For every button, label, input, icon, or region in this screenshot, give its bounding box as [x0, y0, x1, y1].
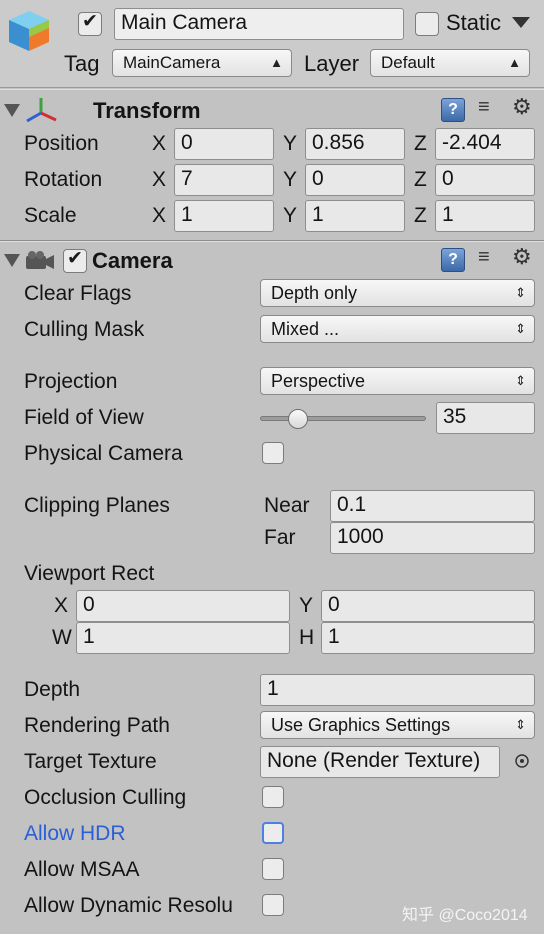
tag-value: MainCamera [123, 53, 221, 72]
object-name-field[interactable]: Main Camera [114, 8, 404, 40]
rotation-x-field[interactable]: 7 [174, 164, 274, 196]
occlusion-culling-label: Occlusion Culling [24, 786, 187, 809]
far-field[interactable]: 1000 [330, 522, 535, 554]
rendering-path-value: Use Graphics Settings [271, 715, 451, 735]
chevron-updown-icon: ⇕ [515, 321, 526, 336]
axis-x-label[interactable]: X [152, 167, 166, 193]
projection-dropdown[interactable]: Perspective ⇕ [260, 367, 535, 395]
axis-z-label[interactable]: Z [414, 131, 427, 157]
gameobject-cube-icon [9, 11, 49, 51]
viewport-h-label[interactable]: H [299, 625, 314, 651]
allow-hdr-label: Allow HDR [24, 822, 126, 845]
rotation-z-field[interactable]: 0 [435, 164, 535, 196]
chevron-updown-icon: ▲ [270, 55, 283, 70]
fov-label: Field of View [24, 406, 144, 429]
scale-z-field[interactable]: 1 [435, 200, 535, 232]
chevron-updown-icon: ⇕ [515, 373, 526, 388]
clear-flags-label: Clear Flags [24, 282, 132, 305]
fov-value-field[interactable]: 35 [436, 402, 535, 434]
near-field[interactable]: 0.1 [330, 490, 535, 522]
projection-label: Projection [24, 370, 118, 393]
allow-msaa-checkbox[interactable] [262, 858, 284, 880]
scale-label: Scale [24, 204, 77, 227]
clipping-planes-label: Clipping Planes [24, 494, 170, 517]
layer-value: Default [381, 53, 435, 72]
preset-sliders-icon[interactable]: ≡ [478, 96, 490, 119]
axis-x-label[interactable]: X [152, 203, 166, 229]
axis-z-label[interactable]: Z [414, 203, 427, 229]
static-label: Static [446, 10, 502, 35]
position-z-field[interactable]: -2.404 [435, 128, 535, 160]
chevron-updown-icon: ⇕ [515, 717, 526, 732]
camera-foldout-arrow[interactable] [4, 254, 20, 267]
rendering-path-label: Rendering Path [24, 714, 170, 737]
rendering-path-dropdown[interactable]: Use Graphics Settings ⇕ [260, 711, 535, 739]
scale-y-field[interactable]: 1 [305, 200, 405, 232]
culling-mask-dropdown[interactable]: Mixed ... ⇕ [260, 315, 535, 343]
viewport-x-label[interactable]: X [54, 593, 68, 619]
chevron-updown-icon: ⇕ [515, 285, 526, 300]
axis-y-label[interactable]: Y [283, 203, 297, 229]
scale-x-field[interactable]: 1 [174, 200, 274, 232]
fov-slider-thumb[interactable] [288, 409, 309, 429]
static-dropdown-icon[interactable] [512, 17, 530, 29]
culling-mask-value: Mixed ... [271, 319, 340, 339]
axis-y-label[interactable]: Y [283, 167, 297, 193]
gear-icon[interactable]: ⚙ [512, 94, 532, 120]
preset-sliders-icon[interactable]: ≡ [478, 246, 490, 269]
viewport-h-field[interactable]: 1 [321, 622, 535, 654]
allow-hdr-checkbox[interactable] [262, 822, 284, 844]
physical-camera-checkbox[interactable] [262, 442, 284, 464]
culling-mask-label: Culling Mask [24, 318, 145, 341]
axis-x-label[interactable]: X [152, 131, 166, 157]
viewport-x-field[interactable]: 0 [76, 590, 290, 622]
far-label[interactable]: Far [264, 525, 296, 551]
position-label: Position [24, 132, 99, 155]
occlusion-culling-checkbox[interactable] [262, 786, 284, 808]
viewport-y-field[interactable]: 0 [321, 590, 535, 622]
viewport-rect-label: Viewport Rect [24, 562, 155, 585]
static-checkbox[interactable] [415, 12, 439, 36]
target-texture-field[interactable]: None (Render Texture) [260, 746, 500, 778]
viewport-w-field[interactable]: 1 [76, 622, 290, 654]
help-book-icon[interactable]: ? [441, 98, 465, 122]
allow-dynamic-resolution-checkbox[interactable] [262, 894, 284, 916]
projection-value: Perspective [271, 371, 366, 391]
camera-icon [26, 251, 54, 269]
near-label[interactable]: Near [264, 493, 310, 519]
layer-label: Layer [304, 51, 360, 76]
gear-icon[interactable]: ⚙ [512, 244, 532, 270]
transform-axes-icon [26, 98, 57, 123]
rotation-y-field[interactable]: 0 [305, 164, 405, 196]
target-texture-label: Target Texture [24, 750, 157, 773]
transform-title: Transform [93, 98, 201, 123]
viewport-y-label[interactable]: Y [299, 593, 313, 619]
axis-z-label[interactable]: Z [414, 167, 427, 193]
transform-foldout-arrow[interactable] [4, 104, 20, 117]
camera-enabled-checkbox[interactable] [63, 247, 87, 273]
help-book-icon[interactable]: ? [441, 248, 465, 272]
physical-camera-label: Physical Camera [24, 442, 183, 465]
allow-msaa-label: Allow MSAA [24, 858, 140, 881]
active-checkbox[interactable] [78, 10, 102, 36]
depth-field[interactable]: 1 [260, 674, 535, 706]
tag-label: Tag [64, 51, 100, 76]
clear-flags-value: Depth only [271, 283, 358, 303]
clear-flags-dropdown[interactable]: Depth only ⇕ [260, 279, 535, 307]
rotation-label: Rotation [24, 168, 103, 191]
position-x-field[interactable]: 0 [174, 128, 274, 160]
object-picker-icon[interactable] [514, 753, 530, 769]
chevron-updown-icon: ▲ [508, 55, 521, 70]
watermark-text: 知乎 @Coco2014 [402, 907, 528, 924]
viewport-w-label[interactable]: W [52, 625, 72, 651]
position-y-field[interactable]: 0.856 [305, 128, 405, 160]
axis-y-label[interactable]: Y [283, 131, 297, 157]
allow-dynamic-resolution-label: Allow Dynamic Resolu [24, 894, 233, 917]
depth-label: Depth [24, 678, 81, 701]
camera-title: Camera [92, 248, 173, 273]
layer-dropdown[interactable]: Default ▲ [370, 49, 530, 77]
fov-slider-track[interactable] [260, 416, 426, 421]
tag-dropdown[interactable]: MainCamera ▲ [112, 49, 292, 77]
